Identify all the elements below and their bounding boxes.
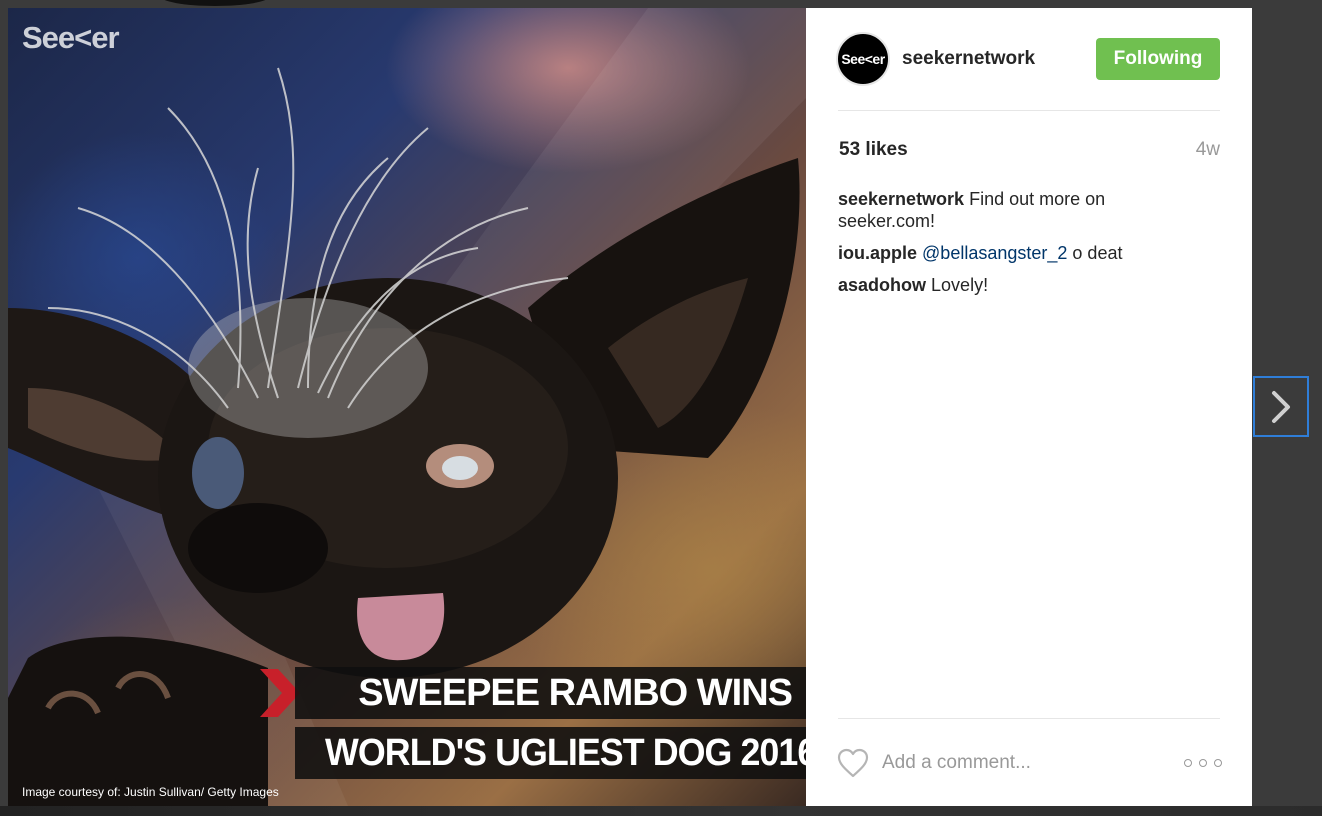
headline-line-2: WORLD'S UGLIEST DOG 2016 — [295, 727, 806, 779]
comment-list: seekernetwork Find out more on seeker.co… — [838, 188, 1178, 306]
comment-author[interactable]: seekernetwork — [838, 189, 964, 209]
comment-text: Lovely! — [931, 275, 989, 295]
post-age[interactable]: 4w — [1196, 139, 1220, 161]
more-options-icon[interactable] — [1184, 754, 1222, 772]
footer-divider — [838, 718, 1220, 719]
comment-item: iou.apple @bellasangster_2 o deat — [838, 242, 1178, 264]
backdrop-decoration — [160, 0, 270, 6]
chevron-right-icon — [1272, 390, 1290, 423]
image-credit: Image courtesy of: Justin Sullivan/ Gett… — [22, 785, 279, 799]
backdrop-thumbnails — [0, 806, 1322, 816]
comment-text: o deat — [1072, 243, 1123, 263]
following-button[interactable]: Following — [1096, 38, 1220, 80]
add-comment-input[interactable] — [882, 748, 1162, 778]
post-details-panel: See<er seekernetwork Following 53 likes … — [806, 8, 1252, 806]
heart-icon[interactable] — [836, 747, 870, 779]
post-image[interactable]: See<er SWEEPEE RAMBO WINS WORLD'S UGLIES… — [8, 8, 806, 806]
likes-count[interactable]: 53 likes — [839, 139, 908, 161]
comment-item: asadohow Lovely! — [838, 274, 1178, 296]
comment-author[interactable]: asadohow — [838, 275, 926, 295]
comment-mention[interactable]: @bellasangster_2 — [922, 243, 1067, 263]
seeker-logo: See<er — [22, 20, 120, 55]
comment-item: seekernetwork Find out more on seeker.co… — [838, 188, 1178, 232]
avatar[interactable]: See<er — [836, 32, 890, 86]
headline-line-1: SWEEPEE RAMBO WINS — [295, 667, 806, 719]
header-divider — [838, 110, 1220, 111]
post-username[interactable]: seekernetwork — [902, 48, 1035, 70]
comment-author[interactable]: iou.apple — [838, 243, 917, 263]
avatar-logo-text: See<er — [841, 51, 885, 67]
next-post-button[interactable] — [1253, 376, 1309, 437]
